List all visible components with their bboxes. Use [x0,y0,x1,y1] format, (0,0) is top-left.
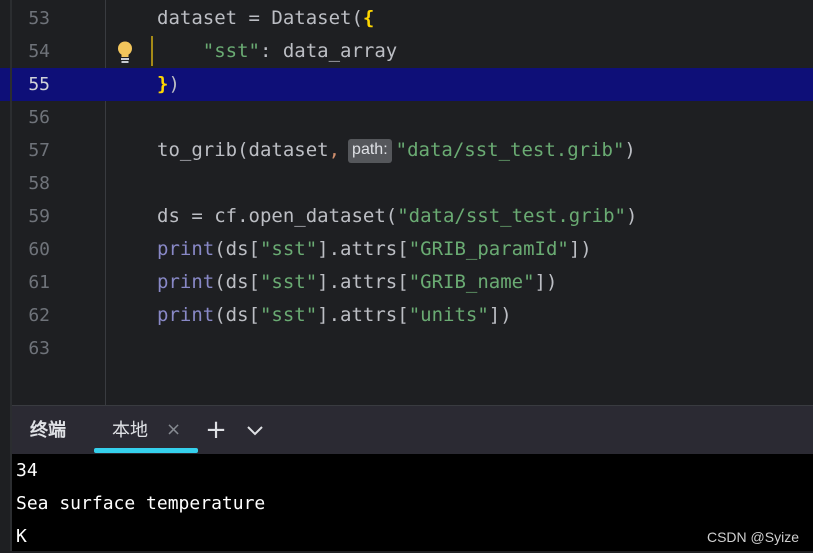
tab-local-label: 本地 [112,420,148,440]
code-text: print(ds["sst"].attrs["GRIB_name"]) [157,271,558,293]
code-text: to_grib(dataset, path: "data/sst_test.grib… [157,139,636,163]
parameter-hint: path: [348,139,392,163]
code-text: print(ds["sst"].attrs["GRIB_paramId"]) [157,238,592,260]
line-number: 53 [28,8,50,29]
terminal-panel-header: 终端 本地 × + [12,405,813,454]
add-tab-button[interactable]: + [202,414,230,446]
active-tab-indicator [94,448,198,453]
watermark: CSDN @Syize [706,529,799,545]
line-number: 58 [28,173,50,194]
code-line-53[interactable]: 53 dataset = Dataset({ [0,2,813,35]
code-line-59[interactable]: 59 ds = cf.open_dataset("data/sst_test.g… [0,200,813,233]
code-text: dataset = Dataset({ [157,7,375,29]
lightbulb-icon[interactable] [115,40,135,64]
line-number: 63 [28,338,50,359]
code-line-60[interactable]: 60 print(ds["sst"].attrs["GRIB_paramId"]… [0,233,813,266]
code-line-55-current[interactable]: 55 }) [0,68,813,101]
code-text: "sst": data_array [202,40,398,62]
code-line-63[interactable]: 63 [0,332,813,365]
code-text: ds = cf.open_dataset("data/sst_test.grib… [157,205,638,227]
tab-local[interactable]: 本地 × [94,406,198,454]
code-line-56[interactable]: 56 [0,101,813,134]
terminal-output[interactable]: 34 Sea surface temperature K [12,454,813,551]
line-number: 54 [28,41,50,62]
line-number: 56 [28,107,50,128]
code-text: print(ds["sst"].attrs["units"]) [157,304,512,326]
line-number: 57 [28,140,50,161]
line-number: 61 [28,272,50,293]
code-text: }) [157,73,180,95]
line-number: 60 [28,239,50,260]
terminal-output-line: Sea surface temperature [16,493,266,514]
code-line-58[interactable]: 58 [0,167,813,200]
code-line-61[interactable]: 61 print(ds["sst"].attrs["GRIB_name"]) [0,266,813,299]
terminal-panel-title: 终端 [30,420,66,440]
line-number: 55 [28,74,50,95]
terminal-output-line: K [16,526,27,547]
close-icon[interactable]: × [166,406,181,454]
code-line-57[interactable]: 57 to_grib(dataset, path: "data/sst_test.g… [0,134,813,167]
line-number: 62 [28,305,50,326]
line-number: 59 [28,206,50,227]
indent-guide [151,36,153,66]
chevron-down-icon[interactable] [242,414,268,446]
terminal-output-line: 34 [16,460,38,481]
code-line-62[interactable]: 62 print(ds["sst"].attrs["units"]) [0,299,813,332]
code-editor[interactable]: 53 dataset = Dataset({ 54 "sst": data_ar… [0,0,813,405]
